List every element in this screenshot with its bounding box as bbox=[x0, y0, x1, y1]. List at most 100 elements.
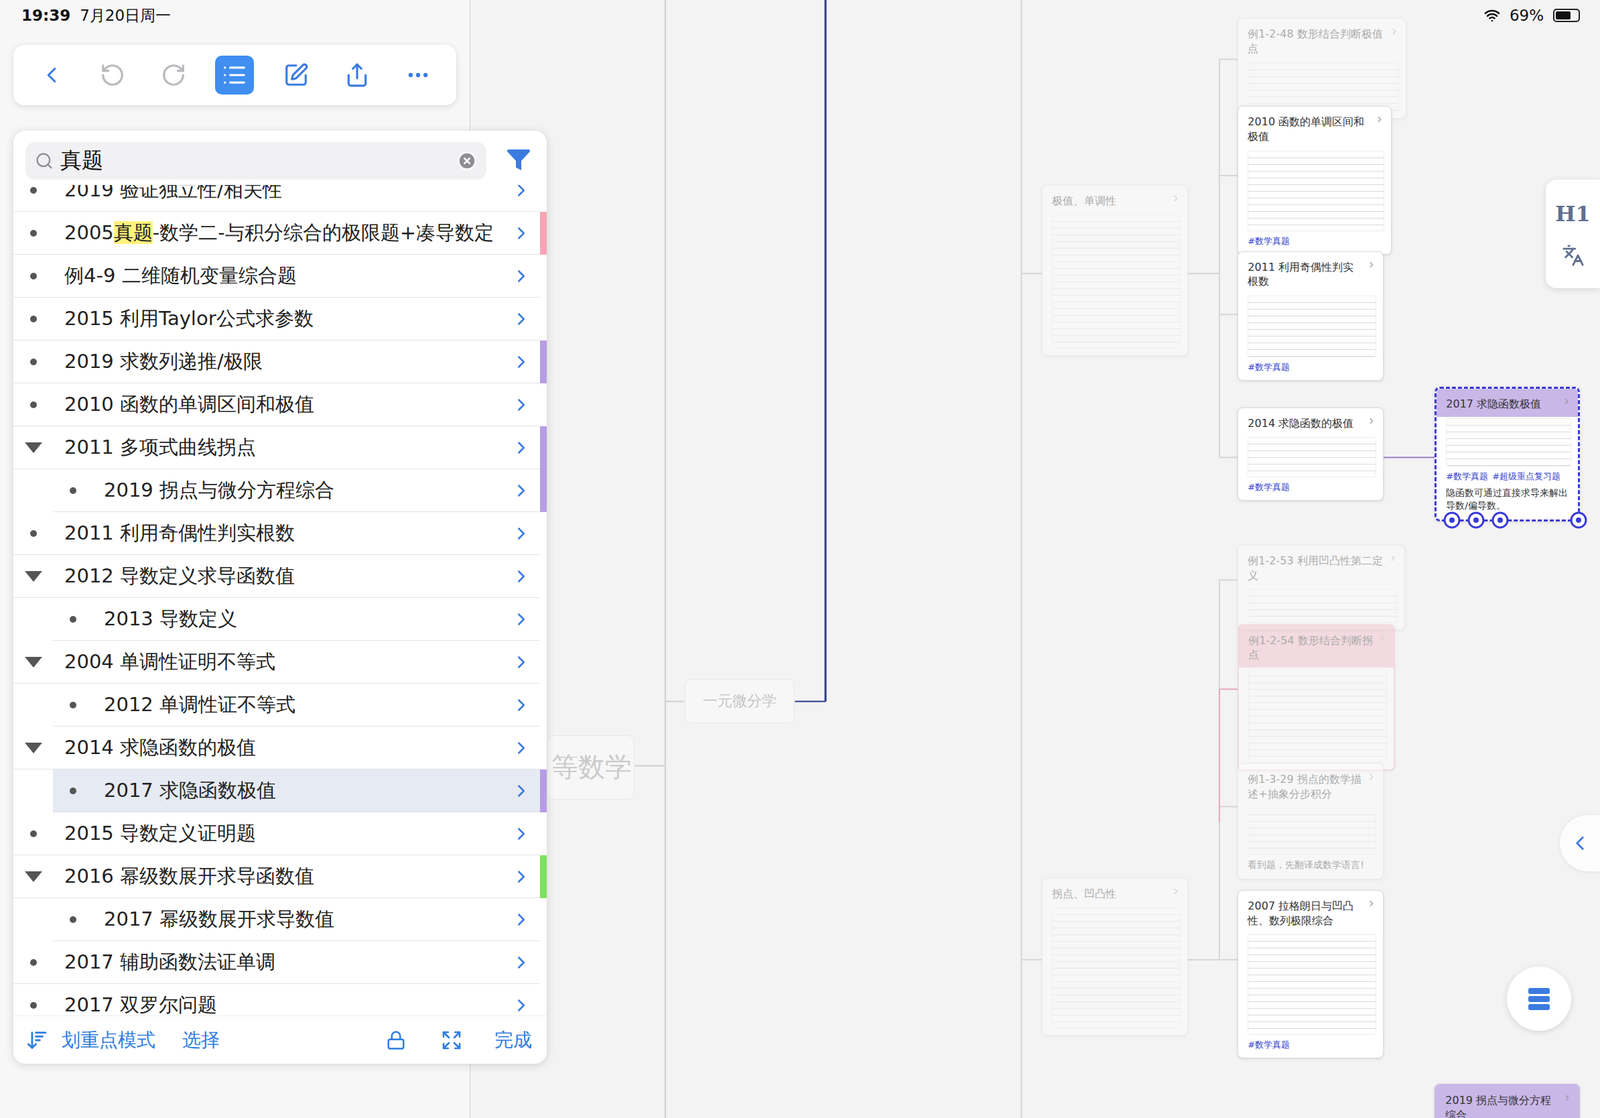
chevron-right-icon[interactable] bbox=[502, 265, 541, 287]
result-row[interactable]: 2011 利用奇偶性判实根数 bbox=[13, 511, 547, 555]
result-row[interactable]: 2019 验证独立性/相关性 bbox=[13, 184, 547, 212]
result-row[interactable]: 例4-9 二维随机变量综合题 bbox=[13, 254, 547, 298]
root-node[interactable]: 等数学 bbox=[546, 735, 635, 800]
chevron-right-icon[interactable] bbox=[502, 866, 541, 887]
chevron-right-icon[interactable] bbox=[502, 780, 541, 801]
map-card[interactable]: 例1-3-29 拐点的数学描述+抽象分步积分看到题，先翻译成数学语言! bbox=[1237, 763, 1384, 880]
chevron-right-icon[interactable] bbox=[1171, 193, 1181, 204]
search-query[interactable]: 真题 bbox=[60, 146, 451, 176]
heading-button[interactable]: H1 bbox=[1555, 201, 1591, 227]
chevron-right-icon[interactable] bbox=[502, 737, 541, 758]
chevron-right-icon[interactable] bbox=[502, 823, 541, 844]
result-row[interactable]: 2010 函数的单调区间和极值 bbox=[13, 383, 547, 427]
chevron-right-icon[interactable] bbox=[502, 694, 541, 715]
result-row[interactable]: 2011 多项式曲线拐点 bbox=[13, 426, 547, 470]
back-button[interactable] bbox=[32, 55, 72, 95]
result-row[interactable]: 2019 求数列递推/极限 bbox=[13, 340, 547, 384]
clear-icon[interactable] bbox=[456, 150, 478, 171]
map-card[interactable]: 2010 函数的单调区间和极值#数学真题 bbox=[1237, 105, 1392, 254]
row-marker[interactable] bbox=[13, 656, 54, 668]
map-card[interactable]: 例1-2-54 数形结合判断拐点 bbox=[1237, 623, 1395, 771]
chevron-right-icon[interactable] bbox=[1366, 771, 1377, 782]
row-marker[interactable] bbox=[13, 871, 54, 882]
chevron-right-icon[interactable] bbox=[502, 566, 541, 587]
search-field[interactable]: 真题 bbox=[25, 142, 487, 180]
result-row[interactable]: 2015 利用Taylor公式求参数 bbox=[13, 297, 547, 341]
result-row[interactable]: 2017 求隐函数极值 bbox=[13, 769, 547, 813]
select-button[interactable]: 选择 bbox=[182, 1027, 220, 1053]
comment-icon[interactable] bbox=[1443, 511, 1461, 529]
result-row[interactable]: 2005真题-数学二-与积分综合的极限题+凑导数定 bbox=[13, 211, 547, 255]
result-row[interactable]: 2016 幂级数展开求导函数值 bbox=[13, 854, 547, 898]
tag[interactable]: #数学真题 bbox=[1247, 361, 1290, 374]
tag[interactable]: #数学真题 bbox=[1445, 470, 1489, 483]
tag[interactable]: #数学真题 bbox=[1247, 481, 1290, 494]
filter-button[interactable] bbox=[503, 146, 534, 176]
result-row[interactable]: 2013 导数定义 bbox=[13, 597, 547, 641]
link-icon[interactable] bbox=[1467, 511, 1485, 529]
chevron-right-icon[interactable] bbox=[1562, 1092, 1572, 1103]
chevron-right-icon[interactable] bbox=[1377, 633, 1387, 643]
disclosure-triangle-icon[interactable] bbox=[24, 442, 43, 453]
disclosure-triangle-icon[interactable] bbox=[24, 871, 43, 882]
row-marker[interactable] bbox=[13, 442, 54, 453]
map-card[interactable]: 2014 求隐函数的极值#数学真题 bbox=[1237, 407, 1384, 502]
map-card[interactable]: 极值、单调性 bbox=[1041, 184, 1188, 357]
result-row[interactable]: 2004 单调性证明不等式 bbox=[13, 640, 547, 684]
undo-button[interactable] bbox=[93, 55, 132, 95]
disclosure-triangle-icon[interactable] bbox=[24, 570, 43, 582]
translate-icon[interactable] bbox=[1561, 243, 1585, 267]
chevron-right-icon[interactable] bbox=[1366, 416, 1377, 426]
tag[interactable]: #数学真题 bbox=[1247, 235, 1290, 248]
chevron-right-icon[interactable] bbox=[502, 223, 541, 244]
chevron-right-icon[interactable] bbox=[502, 952, 541, 973]
topic-node[interactable]: 一元微分学 bbox=[684, 678, 795, 723]
highlight-mode-button[interactable]: 划重点模式 bbox=[61, 1027, 156, 1053]
map-card[interactable]: 例1-2-53 利用凹凸性第二定义 bbox=[1237, 544, 1406, 630]
reference-icon[interactable] bbox=[1491, 511, 1509, 529]
share-button[interactable] bbox=[337, 55, 377, 95]
chevron-right-icon[interactable] bbox=[1366, 898, 1377, 908]
resize-icon[interactable] bbox=[1569, 511, 1588, 529]
result-row[interactable]: 2014 求隐函数的极值 bbox=[13, 726, 547, 770]
result-row[interactable]: 2012 导数定义求导函数值 bbox=[13, 554, 547, 598]
mindmap-canvas[interactable]: 等数学 一元微分学 极值、单调性例1-2-48 数形结合判断极值点2010 函数的单… bbox=[470, 0, 1600, 1118]
chevron-right-icon[interactable] bbox=[502, 609, 541, 630]
resize-handle[interactable] bbox=[1569, 511, 1588, 529]
result-row[interactable]: 2012 单调性证不等式 bbox=[13, 683, 547, 727]
chevron-right-icon[interactable] bbox=[502, 994, 541, 1016]
chevron-right-icon[interactable] bbox=[1374, 114, 1385, 124]
result-row[interactable]: 2017 双罗尔问题 bbox=[13, 983, 547, 1016]
map-card[interactable]: 拐点、凹凸性 bbox=[1041, 877, 1188, 1036]
map-card[interactable]: 2007 拉格朗日与凹凸性、数列极限综合#数学真题 bbox=[1237, 889, 1384, 1058]
disclosure-triangle-icon[interactable] bbox=[24, 742, 43, 754]
chevron-right-icon[interactable] bbox=[502, 651, 541, 673]
result-row[interactable]: 2017 幂级数展开求导数值 bbox=[13, 897, 547, 941]
chevron-right-icon[interactable] bbox=[502, 437, 541, 458]
chevron-right-icon[interactable] bbox=[1389, 26, 1399, 37]
chevron-right-icon[interactable] bbox=[502, 523, 541, 544]
chevron-right-icon[interactable] bbox=[502, 308, 541, 329]
map-card[interactable]: 2019 拐点与微分方程综合 bbox=[1434, 1083, 1580, 1118]
done-button[interactable]: 完成 bbox=[494, 1027, 532, 1053]
result-list[interactable]: 2019 验证独立性/相关性2005真题-数学二-与积分综合的极限题+凑导数定例… bbox=[13, 184, 547, 1016]
result-row[interactable]: 2015 导数定义证明题 bbox=[13, 812, 547, 855]
chevron-right-icon[interactable] bbox=[502, 184, 541, 201]
redo-button[interactable] bbox=[154, 55, 193, 95]
result-row[interactable]: 2017 辅助函数法证单调 bbox=[13, 940, 547, 984]
chevron-right-icon[interactable] bbox=[1171, 886, 1181, 896]
chevron-right-icon[interactable] bbox=[502, 394, 541, 415]
chevron-right-icon[interactable] bbox=[502, 351, 541, 372]
outline-button[interactable] bbox=[215, 55, 254, 95]
map-card[interactable]: 2011 利用奇偶性判实根数#数学真题 bbox=[1237, 251, 1384, 381]
edit-button[interactable] bbox=[276, 55, 316, 95]
map-card[interactable]: 例1-2-48 数形结合判断极值点 bbox=[1237, 18, 1406, 118]
lock-button[interactable] bbox=[385, 1029, 407, 1050]
row-marker[interactable] bbox=[13, 570, 54, 582]
chevron-right-icon[interactable] bbox=[1388, 553, 1398, 563]
sort-button[interactable] bbox=[25, 1028, 49, 1052]
row-marker[interactable] bbox=[13, 742, 54, 754]
tag[interactable]: #超级重点复习题 bbox=[1492, 470, 1561, 483]
map-card[interactable]: 2017 求隐函数极值#数学真题#超级重点复习题隐函数可通过直接求导来解出导数/… bbox=[1434, 386, 1580, 522]
more-button[interactable] bbox=[398, 55, 438, 95]
